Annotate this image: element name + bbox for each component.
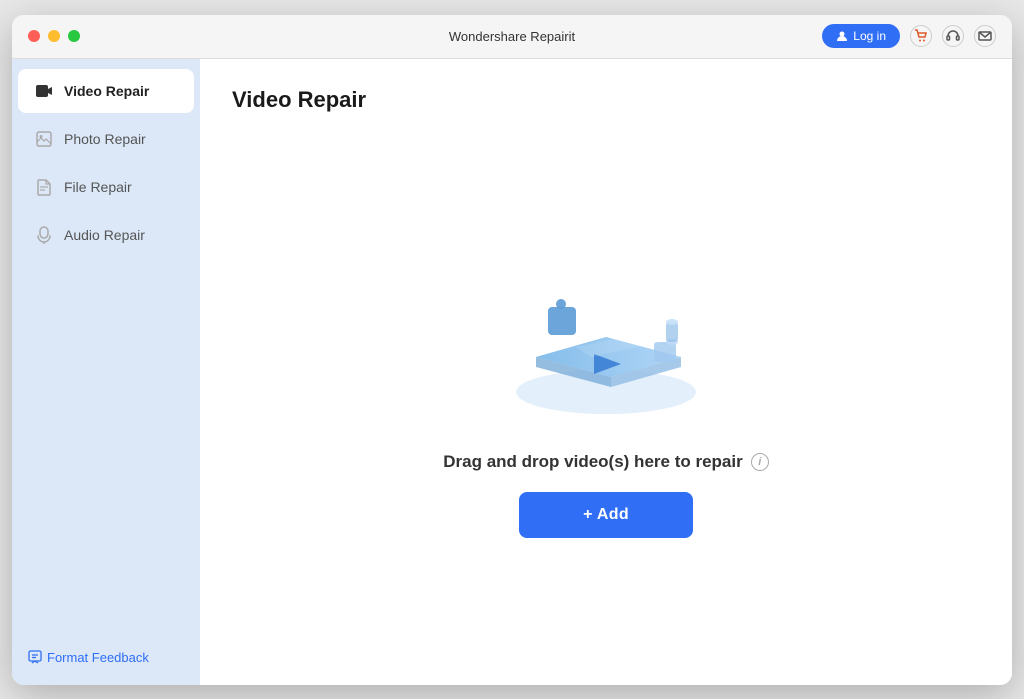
main-layout: Video Repair Photo Repair bbox=[12, 59, 1012, 685]
feedback-icon bbox=[28, 650, 42, 664]
login-button[interactable]: Log in bbox=[822, 24, 900, 48]
drop-zone[interactable]: Drag and drop video(s) here to repair i … bbox=[232, 133, 980, 657]
video-repair-icon bbox=[34, 81, 54, 101]
sidebar-item-audio-repair[interactable]: Audio Repair bbox=[18, 213, 194, 257]
drop-instruction: Drag and drop video(s) here to repair bbox=[443, 452, 742, 472]
close-button[interactable] bbox=[28, 30, 40, 42]
audio-repair-label: Audio Repair bbox=[64, 227, 145, 243]
app-window: Wondershare Repairit Log in bbox=[12, 15, 1012, 685]
sidebar-footer: Format Feedback bbox=[12, 638, 200, 677]
add-button[interactable]: + Add bbox=[519, 492, 693, 538]
audio-repair-icon bbox=[34, 225, 54, 245]
info-icon[interactable]: i bbox=[751, 453, 769, 471]
sidebar-item-video-repair[interactable]: Video Repair bbox=[18, 69, 194, 113]
content-area: Video Repair bbox=[200, 59, 1012, 685]
maximize-button[interactable] bbox=[68, 30, 80, 42]
format-feedback-label: Format Feedback bbox=[47, 650, 149, 665]
cart-icon[interactable] bbox=[910, 25, 932, 47]
sidebar-spacer bbox=[12, 259, 200, 638]
format-feedback-link[interactable]: Format Feedback bbox=[28, 650, 184, 665]
drop-text-container: Drag and drop video(s) here to repair i bbox=[443, 452, 768, 472]
video-illustration bbox=[496, 252, 716, 432]
video-repair-label: Video Repair bbox=[64, 83, 149, 99]
login-label: Log in bbox=[853, 29, 886, 43]
headset-icon[interactable] bbox=[942, 25, 964, 47]
photo-repair-label: Photo Repair bbox=[64, 131, 146, 147]
file-repair-label: File Repair bbox=[64, 179, 132, 195]
titlebar: Wondershare Repairit Log in bbox=[12, 15, 1012, 59]
sidebar: Video Repair Photo Repair bbox=[12, 59, 200, 685]
photo-repair-icon bbox=[34, 129, 54, 149]
file-repair-icon bbox=[34, 177, 54, 197]
page-title: Video Repair bbox=[232, 87, 980, 113]
app-title: Wondershare Repairit bbox=[449, 29, 575, 44]
minimize-button[interactable] bbox=[48, 30, 60, 42]
sidebar-item-file-repair[interactable]: File Repair bbox=[18, 165, 194, 209]
sidebar-item-photo-repair[interactable]: Photo Repair bbox=[18, 117, 194, 161]
titlebar-actions: Log in bbox=[822, 24, 996, 48]
mail-icon[interactable] bbox=[974, 25, 996, 47]
traffic-lights bbox=[28, 30, 80, 42]
user-icon bbox=[836, 30, 848, 42]
